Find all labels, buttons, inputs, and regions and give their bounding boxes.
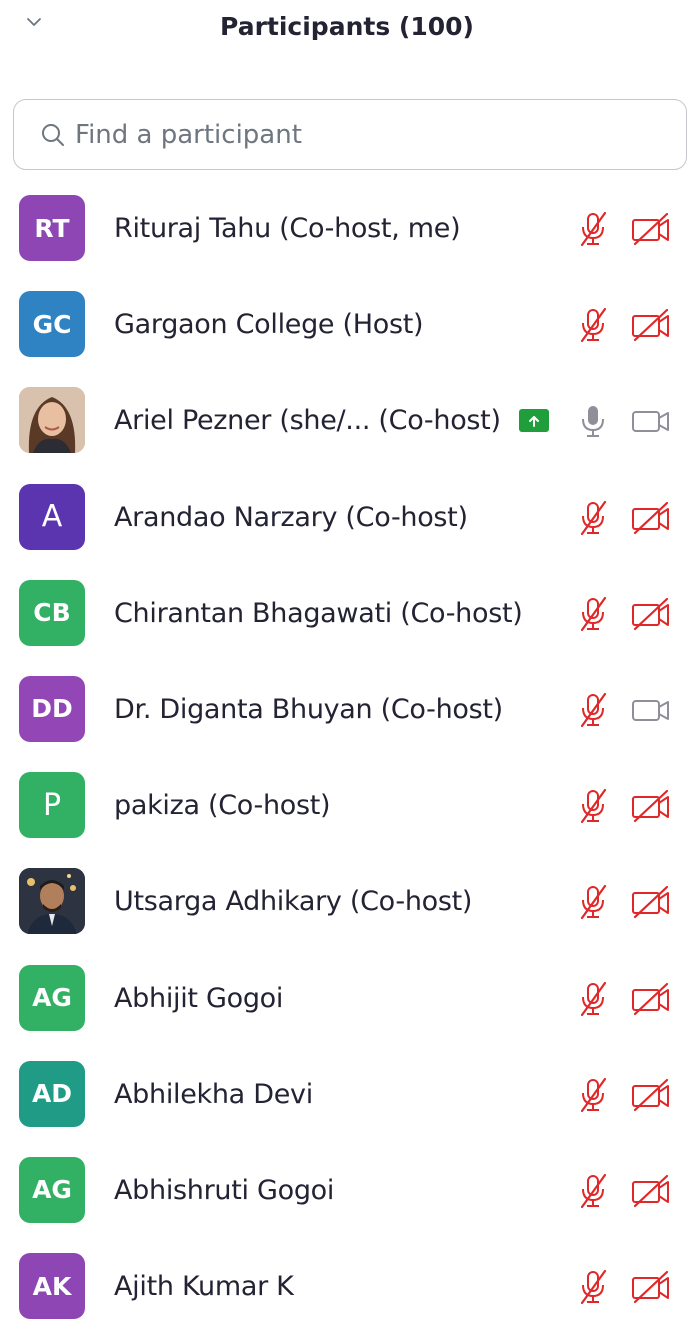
video-off-icon[interactable]	[630, 212, 672, 246]
video-off-icon[interactable]	[630, 1078, 672, 1112]
participant-name: Abhijit Gogoi	[114, 982, 284, 1014]
participant-initials-avatar: CB	[19, 579, 85, 646]
participant-row[interactable]: DD Dr. Diganta Bhuyan (Co-host)	[0, 662, 694, 758]
search-icon	[40, 122, 66, 148]
mic-muted-icon[interactable]	[577, 980, 611, 1018]
participant-row[interactable]: AK Ajith Kumar K	[0, 1239, 694, 1335]
participant-initials-avatar: P	[19, 772, 85, 839]
share-screen-icon	[519, 409, 549, 433]
video-off-icon[interactable]	[630, 501, 672, 535]
participant-row[interactable]: GC Gargaon College (Host)	[0, 277, 694, 373]
video-off-icon[interactable]	[630, 597, 672, 631]
participant-name: Ajith Kumar K	[114, 1271, 294, 1303]
video-off-icon[interactable]	[630, 789, 672, 823]
mic-on-icon[interactable]	[577, 402, 611, 440]
participant-name: Abhilekha Devi	[114, 1078, 313, 1110]
mic-muted-icon[interactable]	[577, 883, 611, 921]
participant-initials-avatar: AD	[19, 1060, 85, 1127]
mic-muted-icon[interactable]	[577, 1268, 611, 1306]
participant-name: Rituraj Tahu (Co-host, me)	[114, 213, 461, 244]
panel-header: Participants (100)	[0, 0, 694, 60]
video-off-icon[interactable]	[630, 885, 672, 919]
participant-initials-avatar: AK	[19, 1253, 85, 1320]
mic-muted-icon[interactable]	[577, 787, 611, 825]
participant-row[interactable]: Utsarga Adhikary (Co-host)	[0, 854, 694, 950]
participant-name: Chirantan Bhagawati (Co-host)	[114, 597, 523, 629]
participant-name: Utsarga Adhikary (Co-host)	[114, 886, 473, 918]
participant-row[interactable]: CB Chirantan Bhagawati (Co-host)	[0, 566, 694, 662]
participant-row[interactable]: Ariel Pezner (she/... (Co-host)	[0, 373, 694, 469]
mic-muted-icon[interactable]	[577, 595, 611, 633]
mic-muted-icon[interactable]	[577, 1076, 611, 1114]
video-on-icon[interactable]	[630, 404, 672, 438]
participant-name: pakiza (Co-host)	[114, 790, 331, 822]
video-on-icon[interactable]	[630, 693, 672, 727]
search-input[interactable]	[75, 119, 655, 150]
participant-initials-avatar: DD	[19, 675, 85, 742]
video-off-icon[interactable]	[630, 982, 672, 1016]
participant-list: RT Rituraj Tahu (Co-host, me) GC Gargaon Co…	[0, 181, 694, 1335]
search-box[interactable]	[13, 99, 687, 170]
participant-row[interactable]: AG Abhishruti Gogoi	[0, 1143, 694, 1239]
participant-initials-avatar: RT	[19, 195, 85, 261]
mic-muted-icon[interactable]	[577, 210, 611, 248]
participant-initials-avatar: GC	[19, 291, 85, 358]
participant-initials-avatar: A	[19, 483, 85, 550]
mic-muted-icon[interactable]	[577, 691, 611, 729]
participant-name: Arandao Narzary (Co-host)	[114, 501, 468, 533]
mic-muted-icon[interactable]	[577, 499, 611, 537]
participant-row[interactable]: A Arandao Narzary (Co-host)	[0, 470, 694, 566]
video-off-icon[interactable]	[630, 308, 672, 342]
participant-name: Abhishruti Gogoi	[114, 1174, 335, 1206]
video-off-icon[interactable]	[630, 1174, 672, 1208]
participant-initials-avatar: AG	[19, 964, 85, 1031]
participant-photo-avatar	[19, 868, 85, 935]
video-off-icon[interactable]	[630, 1270, 672, 1304]
mic-muted-icon[interactable]	[577, 306, 611, 344]
mic-muted-icon[interactable]	[577, 1172, 611, 1210]
participant-name: Gargaon College (Host)	[114, 309, 424, 341]
participant-name: Dr. Diganta Bhuyan (Co-host)	[114, 693, 503, 725]
panel-title: Participants (100)	[220, 12, 474, 41]
participant-row[interactable]: Ppakiza (Co-host)	[0, 758, 694, 854]
participant-row[interactable]: AD Abhilekha Devi	[0, 1047, 694, 1143]
participant-row[interactable]: RT Rituraj Tahu (Co-host, me)	[0, 181, 694, 277]
participant-initials-avatar: AG	[19, 1156, 85, 1223]
participant-name: Ariel Pezner (she/... (Co-host)	[114, 405, 501, 437]
participant-photo-avatar	[19, 387, 85, 454]
participant-row[interactable]: AG Abhijit Gogoi	[0, 951, 694, 1047]
